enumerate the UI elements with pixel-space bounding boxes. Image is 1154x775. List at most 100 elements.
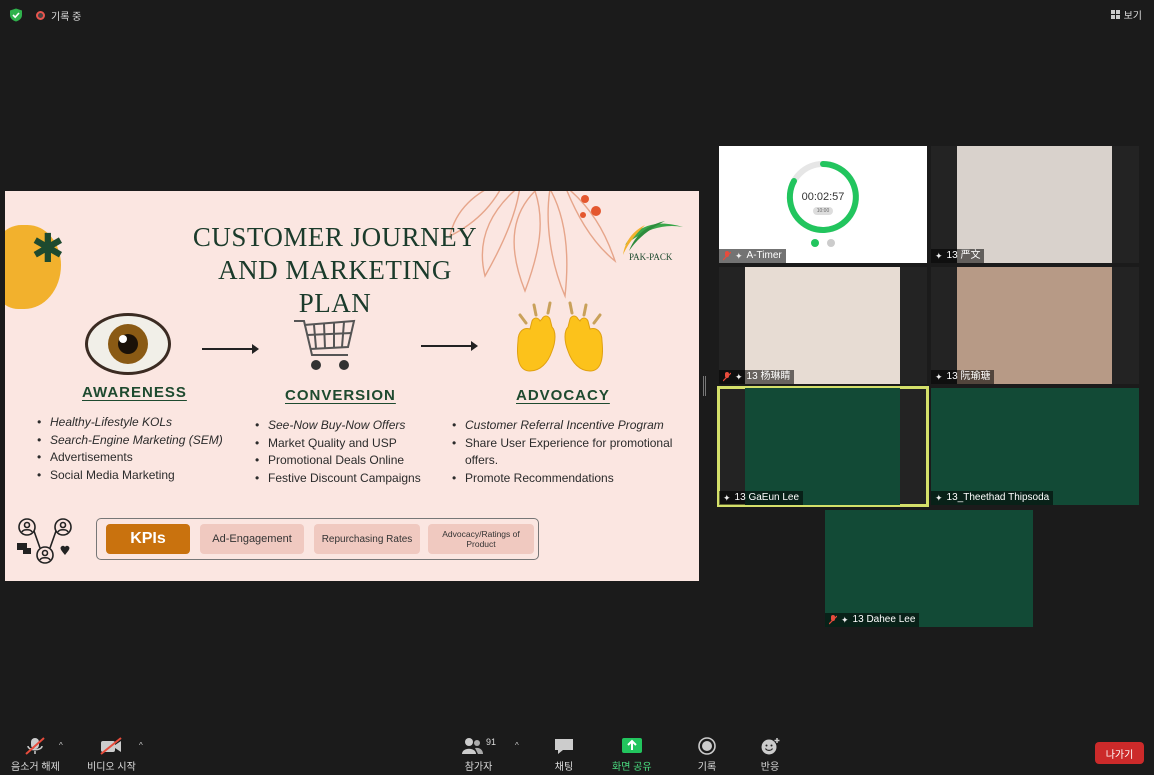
awareness-bullet-list: Healthy-Lifestyle KOLs Search-Engine Mar… [37, 414, 237, 484]
participant-name: 13 阮瑜瑭 [946, 371, 991, 382]
list-item: Advertisements [37, 449, 237, 467]
pin-icon: ✦ [935, 493, 943, 503]
video-tile-participant[interactable]: ✦ 13 严文 [931, 146, 1139, 263]
start-video-button[interactable]: 비디오 시작 [87, 737, 136, 773]
reactions-smiley-icon [761, 738, 780, 755]
timer-value: 00:02:57 [801, 191, 845, 203]
camera-feed [957, 146, 1112, 263]
pin-icon: ✦ [935, 372, 943, 382]
tile-name-bar: ✦ A-Timer [719, 249, 786, 263]
list-item: Market Quality and USP [255, 435, 445, 453]
list-item: See-Now Buy-Now Offers [255, 417, 445, 435]
camera-feed [745, 388, 900, 505]
list-item: Customer Referral Incentive Program [452, 417, 682, 435]
leave-button[interactable]: 나가기 [1095, 742, 1144, 764]
list-item: Social Media Marketing [37, 467, 237, 485]
participant-name: 13 严文 [946, 250, 981, 261]
kpi-label: KPIs [106, 524, 190, 554]
microphone-muted-icon [25, 737, 46, 755]
list-item: Search-Engine Marketing (SEM) [37, 432, 237, 450]
recording-indicator[interactable]: 기록 중 [36, 8, 81, 23]
shared-screen-slide: ✱ CUSTOMER JOURNEY AND MARKETING PLAN PA… [5, 191, 699, 581]
meeting-toolbar: 음소거 해제 ^ 비디오 시작 ^ 91 참가자 ^ 채팅 화면 공유 기록 반… [0, 729, 1154, 775]
logo-text: PAK-PACK [629, 252, 673, 262]
share-screen-label: 화면 공유 [612, 762, 652, 773]
advocacy-bullet-list: Customer Referral Incentive Program Shar… [452, 417, 682, 487]
asterisk-decoration-icon: ✱ [31, 226, 65, 272]
participants-label: 참가자 [464, 762, 493, 773]
timer-play-button[interactable] [811, 239, 819, 247]
camera-feed [745, 267, 900, 384]
unmute-button[interactable]: 음소거 해제 [11, 737, 60, 773]
arrow-right-icon [202, 344, 259, 354]
pin-icon: ✦ [735, 372, 743, 382]
participant-name: 13 Dahee Lee [852, 614, 916, 625]
top-bar: 기록 중 보기 [0, 0, 1154, 30]
video-tile-participant[interactable]: ✦ 13 阮瑜瑭 [931, 267, 1139, 384]
participants-options-caret-icon[interactable]: ^ [515, 741, 519, 750]
video-tile-timer[interactable]: 00:02:57 10:00 ✦ A-Timer [719, 146, 927, 263]
stage-heading-conversion: CONVERSION [285, 387, 396, 404]
view-label: 보기 [1123, 11, 1142, 22]
participants-icon [462, 738, 483, 754]
tile-name-bar: ✦ 13_Theethad Thipsoda [931, 491, 1054, 505]
mic-muted-icon [723, 251, 731, 261]
pin-icon: ✦ [723, 493, 731, 503]
video-tile-participant[interactable]: ✦ 13_Theethad Thipsoda [931, 388, 1139, 505]
slide-title: CUSTOMER JOURNEY AND MARKETING PLAN [185, 221, 485, 320]
video-options-caret-icon[interactable]: ^ [139, 741, 143, 750]
stage-heading-advocacy: ADVOCACY [516, 387, 610, 404]
kpi-chip-repurchasing-rates: Repurchasing Rates [314, 524, 420, 554]
tile-name-bar: ✦ 13 阮瑜瑭 [931, 370, 995, 384]
timer-reset-button[interactable] [827, 239, 835, 247]
list-item: Festive Discount Campaigns [255, 470, 445, 488]
pin-icon: ✦ [735, 251, 743, 261]
record-icon [698, 737, 716, 755]
eye-icon [85, 313, 171, 375]
pin-icon: ✦ [841, 615, 849, 625]
tile-name-bar: ✦ 13 GaEun Lee [719, 491, 804, 505]
recording-icon [36, 11, 45, 20]
tile-name-bar: ✦ 13 严文 [931, 249, 985, 263]
list-item: Promotional Deals Online [255, 452, 445, 470]
participants-icon-wrap: 91 [461, 737, 496, 758]
mic-muted-icon [723, 372, 731, 382]
customer-network-icon [17, 518, 72, 564]
view-button[interactable]: 보기 [1110, 7, 1142, 22]
start-video-label: 비디오 시작 [87, 762, 136, 773]
mic-muted-icon [829, 615, 837, 625]
video-tile-participant[interactable]: ✦ 13 Dahee Lee [825, 510, 1033, 627]
grid-view-icon [1110, 10, 1120, 19]
slide-title-line-1: CUSTOMER JOURNEY [192, 222, 478, 252]
video-camera-off-icon [100, 737, 123, 755]
kpi-bar: KPIs Ad-Engagement Repurchasing Rates Ad… [96, 518, 539, 560]
security-shield-icon[interactable] [9, 8, 23, 22]
reactions-button[interactable]: 반응 [757, 737, 783, 773]
participant-name: 13 杨琳睛 [746, 371, 791, 382]
shopping-cart-icon [294, 319, 356, 370]
share-screen-button[interactable]: 화면 공유 [612, 737, 652, 773]
chat-button[interactable]: 채팅 [551, 737, 577, 773]
participant-count: 91 [486, 737, 497, 747]
camera-feed [957, 267, 1112, 384]
chat-bubble-icon [555, 739, 573, 754]
record-label: 기록 [697, 762, 717, 773]
kpi-chip-advocacy-ratings: Advocacy/Ratings of Product [428, 524, 534, 554]
audio-options-caret-icon[interactable]: ^ [59, 741, 63, 750]
tile-name-bar: ✦ 13 Dahee Lee [825, 613, 920, 627]
record-button[interactable]: 기록 [694, 737, 720, 773]
share-screen-icon [621, 738, 642, 753]
video-tile-active-speaker[interactable]: ✦ 13 GaEun Lee [717, 386, 929, 507]
reactions-label: 반응 [760, 762, 780, 773]
video-tile-participant[interactable]: ✦ 13 杨琳睛 [719, 267, 927, 384]
participant-name: A-Timer [746, 250, 782, 261]
list-item: Healthy-Lifestyle KOLs [37, 414, 237, 432]
participant-name: 13 GaEun Lee [734, 492, 800, 503]
unmute-label: 음소거 해제 [11, 762, 60, 773]
list-item: Promote Recommendations [452, 470, 682, 488]
stage-heading-awareness: AWARENESS [82, 384, 187, 401]
participants-button[interactable]: 91 참가자 [461, 737, 496, 773]
chat-label: 채팅 [554, 762, 574, 773]
tile-name-bar: ✦ 13 杨琳睛 [719, 370, 795, 384]
panel-resize-handle[interactable] [703, 376, 706, 396]
